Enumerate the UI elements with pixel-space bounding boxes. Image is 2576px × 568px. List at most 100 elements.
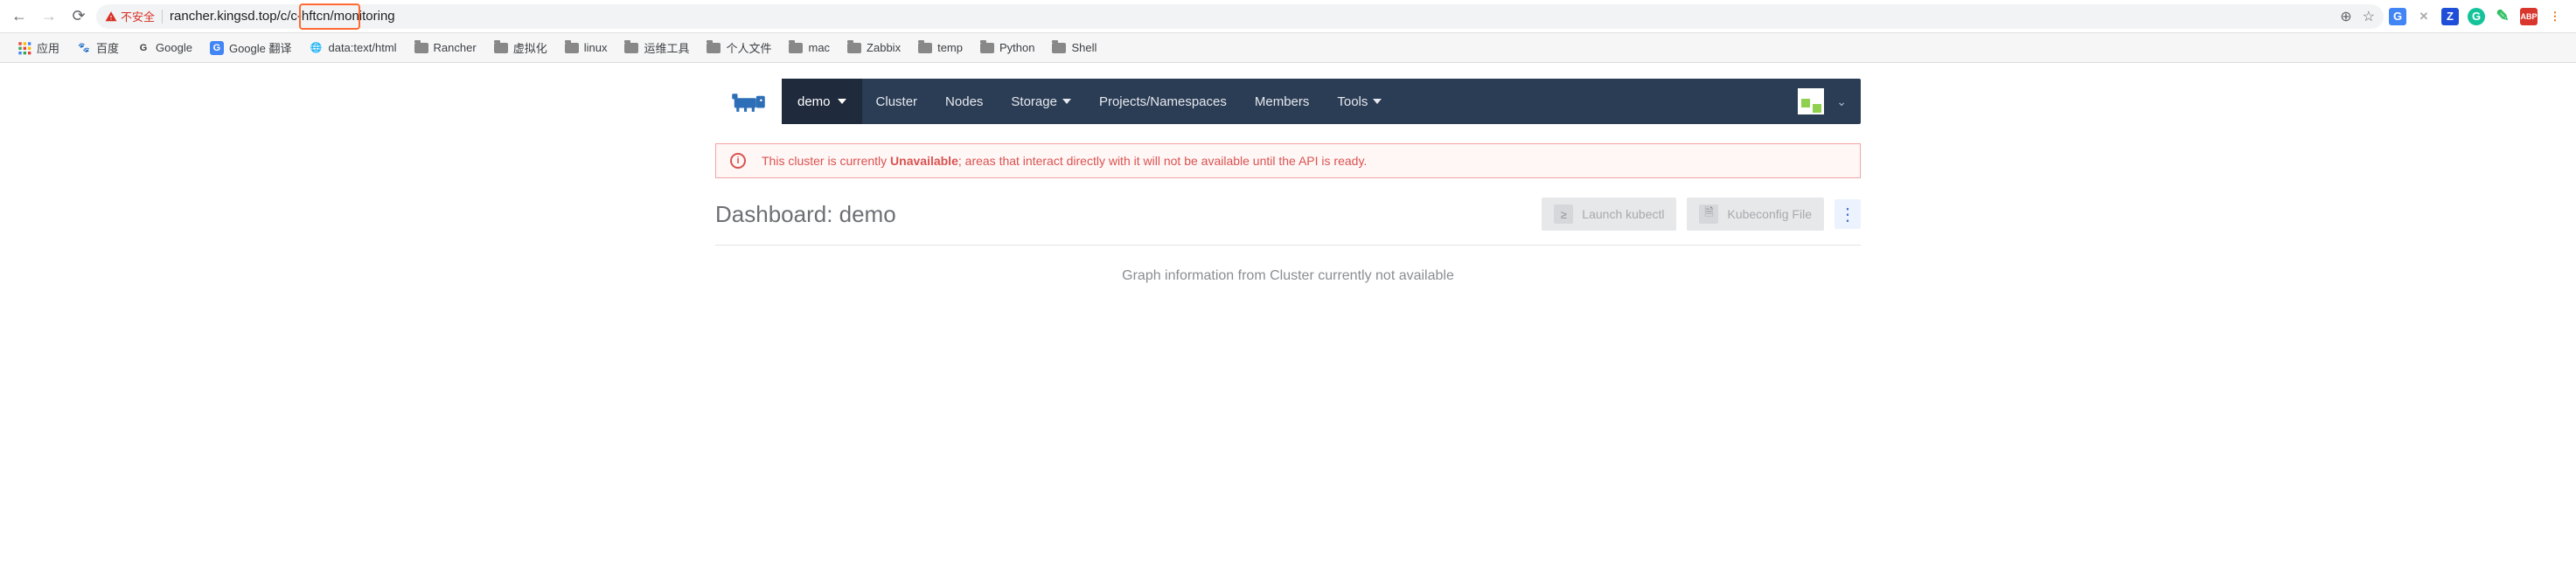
nav-link-label: Cluster: [876, 94, 918, 109]
ext-z-icon[interactable]: Z: [2441, 8, 2459, 25]
bookmark-item[interactable]: 🌐 data:text/html: [304, 38, 402, 59]
not-secure-text: 不安全: [121, 8, 155, 24]
nav-link-members[interactable]: Members: [1241, 79, 1324, 124]
bookmark-item[interactable]: 虚拟化: [489, 36, 553, 59]
forward-button[interactable]: →: [37, 4, 61, 29]
reload-button[interactable]: ⟳: [66, 4, 91, 29]
extensions-area: G ✕ Z G ✎ ABP ⋮: [2389, 8, 2569, 25]
nav-link-storage[interactable]: Storage: [997, 79, 1085, 124]
bookmark-label: 虚拟化: [513, 39, 547, 56]
warning-icon: [105, 10, 117, 23]
ext-icon-misc[interactable]: ⋮: [2546, 8, 2564, 25]
back-button[interactable]: ←: [7, 4, 31, 29]
separator: [162, 10, 163, 24]
bookmark-label: Google: [156, 41, 192, 54]
globe-icon: 🌐: [310, 41, 324, 55]
bookmark-item[interactable]: temp: [913, 38, 968, 58]
bookmark-item[interactable]: Zabbix: [842, 38, 906, 58]
user-menu[interactable]: ⌄: [1789, 79, 1861, 124]
grammarly-ext-icon[interactable]: G: [2468, 8, 2485, 25]
more-actions-button[interactable]: ⋮: [1835, 199, 1861, 229]
graph-unavailable-message: Graph information from Cluster currently…: [715, 268, 1861, 284]
alert-banner: i This cluster is currently Unavailable;…: [715, 143, 1861, 178]
folder-icon: [789, 43, 803, 53]
evernote-ext-icon[interactable]: ✎: [2494, 8, 2511, 25]
nav-link-tools[interactable]: Tools: [1323, 79, 1396, 124]
chevron-down-icon: [1062, 99, 1071, 104]
address-bar[interactable]: 不安全 rancher.kingsd.top/c/c-hftcn/monitor…: [96, 4, 2384, 29]
bookmark-label: Google 翻译: [229, 39, 292, 56]
nav-link-projects-namespaces[interactable]: Projects/Namespaces: [1085, 79, 1241, 124]
cluster-selector[interactable]: demo: [782, 79, 862, 124]
bookmark-label: 个人文件: [726, 39, 771, 56]
bookmark-label: Zabbix: [867, 41, 901, 54]
bookmark-label: Rancher: [434, 41, 477, 54]
file-icon: 🗎: [1699, 204, 1718, 224]
bookmark-item[interactable]: Python: [975, 38, 1040, 58]
bookmark-item[interactable]: 🐾 百度: [72, 36, 124, 59]
rancher-logo-icon: [731, 88, 766, 114]
nav-link-cluster[interactable]: Cluster: [862, 79, 932, 124]
bookmark-label: linux: [584, 41, 608, 54]
gtranslate-ext-icon[interactable]: G: [2389, 8, 2406, 25]
folder-icon: [918, 43, 932, 53]
bookmark-item[interactable]: 运维工具: [619, 36, 694, 59]
bookmark-item[interactable]: G Google: [131, 38, 198, 59]
zoom-icon[interactable]: ⊕: [2340, 8, 2351, 25]
top-nav: demo Cluster Nodes Storage Projects/Namespa…: [715, 79, 1861, 124]
chevron-down-icon: [838, 99, 846, 104]
bookmark-label: 运维工具: [644, 39, 689, 56]
nav-link-label: Members: [1255, 94, 1310, 109]
ext-icon[interactable]: ✕: [2415, 8, 2433, 25]
page-title: Dashboard: demo: [715, 201, 896, 228]
bookmark-label: Python: [999, 41, 1034, 54]
folder-icon: [1052, 43, 1066, 53]
bookmark-label: temp: [937, 41, 963, 54]
folder-icon: [414, 43, 428, 53]
url-text: rancher.kingsd.top/c/c-hftcn/monitoring: [170, 9, 395, 24]
chevron-down-icon: [1373, 99, 1382, 104]
chevron-down-icon: ⌄: [1831, 94, 1852, 109]
bookmark-item[interactable]: G Google 翻译: [205, 36, 297, 59]
apps-label: 应用: [37, 39, 59, 56]
bookmark-item[interactable]: mac: [783, 38, 835, 58]
google-icon: G: [136, 41, 150, 55]
avatar: [1798, 88, 1824, 114]
bookmarks-bar: 应用 🐾 百度 G Google G Google 翻译 🌐 data:text/html Ra…: [0, 33, 2576, 63]
apps-button[interactable]: 应用: [12, 36, 65, 59]
terminal-icon: ≥: [1554, 204, 1573, 224]
bookmark-item[interactable]: linux: [560, 38, 613, 58]
nav-link-label: Projects/Namespaces: [1099, 94, 1227, 109]
button-label: Kubeconfig File: [1727, 207, 1812, 221]
bookmark-label: 百度: [96, 39, 119, 56]
apps-icon: [17, 41, 31, 55]
gtranslate-icon: G: [210, 41, 224, 55]
folder-icon: [565, 43, 579, 53]
baidu-icon: 🐾: [77, 41, 91, 55]
nav-link-label: Tools: [1337, 94, 1368, 109]
folder-icon: [494, 43, 508, 53]
nav-link-label: Storage: [1011, 94, 1057, 109]
kubeconfig-file-button: 🗎 Kubeconfig File: [1687, 197, 1824, 231]
bookmark-item[interactable]: 个人文件: [701, 36, 776, 59]
nav-link-nodes[interactable]: Nodes: [931, 79, 997, 124]
dashboard-header: Dashboard: demo ≥ Launch kubectl 🗎 Kubec…: [715, 197, 1861, 231]
cluster-name: demo: [797, 94, 831, 109]
launch-kubectl-button: ≥ Launch kubectl: [1542, 197, 1676, 231]
bookmark-label: Shell: [1071, 41, 1097, 54]
bookmark-item[interactable]: Shell: [1047, 38, 1102, 58]
browser-toolbar: ← → ⟳ 不安全 rancher.kingsd.top/c/c-hftcn/m…: [0, 0, 2576, 33]
divider: [715, 245, 1861, 246]
abp-ext-icon[interactable]: ABP: [2520, 8, 2538, 25]
bookmark-item[interactable]: Rancher: [409, 38, 482, 58]
folder-icon: [847, 43, 861, 53]
folder-icon: [624, 43, 638, 53]
nav-link-label: Nodes: [945, 94, 983, 109]
bookmark-label: data:text/html: [329, 41, 397, 54]
bookmark-label: mac: [808, 41, 830, 54]
rancher-logo[interactable]: [715, 79, 782, 124]
button-label: Launch kubectl: [1582, 207, 1664, 221]
star-icon[interactable]: ☆: [2363, 8, 2375, 25]
info-icon: i: [730, 153, 746, 169]
not-secure-badge: 不安全: [105, 8, 155, 24]
